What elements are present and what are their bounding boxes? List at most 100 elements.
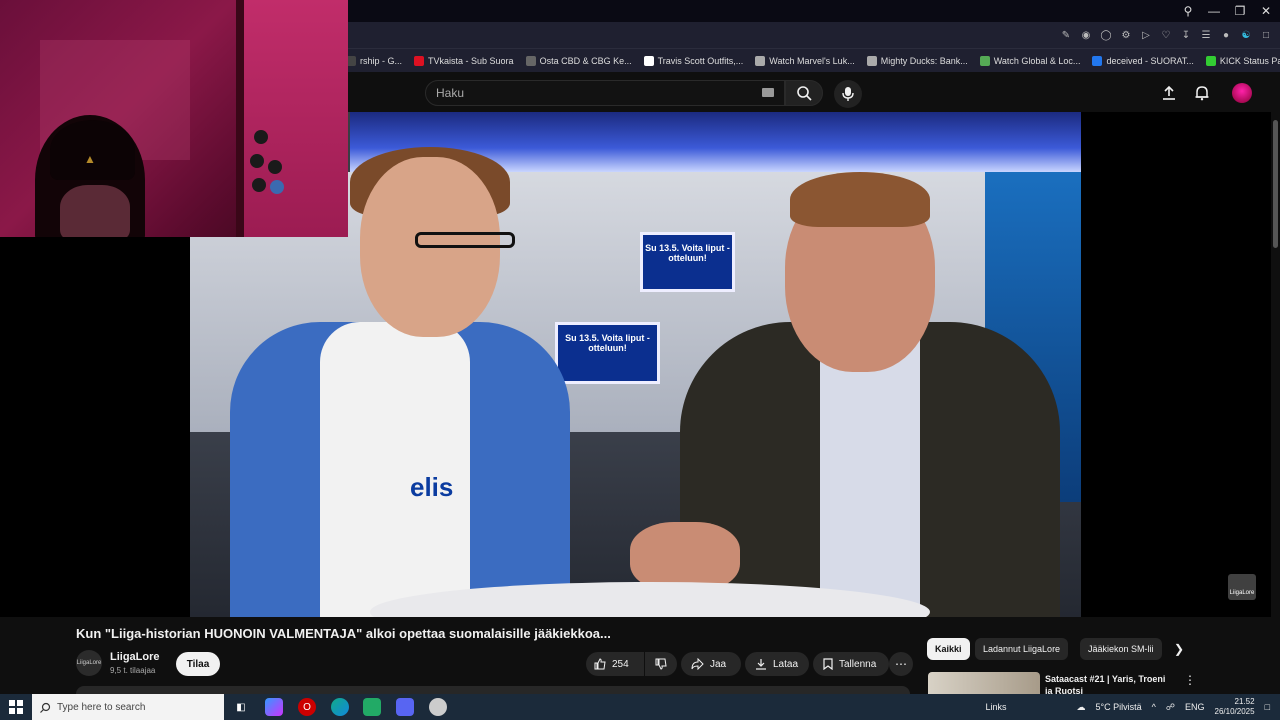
notification-center-icon[interactable]: □ — [1265, 702, 1270, 712]
bookmark-label: Mighty Ducks: Bank... — [880, 55, 968, 66]
download-icon — [756, 659, 766, 670]
bookmark-icon — [866, 55, 877, 66]
network-icon[interactable]: ☍ — [1166, 702, 1175, 713]
taskbar-search[interactable] — [32, 694, 224, 720]
search-box[interactable] — [425, 80, 785, 106]
description-box[interactable] — [76, 686, 910, 694]
weather-text[interactable]: 5°C Pilvistä — [1096, 702, 1142, 712]
chip-topic[interactable]: Jääkiekon SM-lii — [1080, 638, 1162, 660]
scrollbar-thumb[interactable] — [1273, 120, 1278, 248]
more-icon: ⋯ — [895, 657, 907, 671]
app-icon-2[interactable] — [363, 698, 381, 716]
extension-icon[interactable]: ⚙ — [1120, 30, 1132, 41]
notifications-icon[interactable] — [1193, 84, 1211, 102]
shirt-logo: elis — [410, 472, 454, 502]
system-tray: Links ☁ 5°C Pilvistä ^ ☍ ENG 21.52 26/10… — [986, 694, 1280, 720]
bookmark-label: Travis Scott Outfits,... — [657, 55, 744, 66]
bookmark-item[interactable]: Mighty Ducks: Bank... — [866, 55, 968, 66]
keyboard-icon[interactable] — [762, 88, 774, 97]
restore-icon[interactable]: ❐ — [1234, 4, 1246, 18]
account-avatar[interactable] — [1232, 83, 1252, 103]
window-controls: ⚲ — ❐ ✕ — [1182, 0, 1280, 22]
heart-icon[interactable]: ♡ — [1160, 30, 1172, 41]
bookmark-item[interactable]: rship - G... — [346, 55, 403, 66]
chevron-right-icon[interactable]: ❯ — [1170, 640, 1188, 658]
like-count: 254 — [612, 658, 629, 670]
translate-icon[interactable]: ☯ — [1240, 30, 1252, 41]
chip-all[interactable]: Kaikki — [927, 638, 970, 660]
search-button[interactable] — [785, 80, 823, 106]
bookmark-item[interactable]: Watch Global & Loc... — [979, 55, 1080, 66]
cube-icon[interactable]: □ — [1260, 30, 1272, 41]
bookmark-icon — [643, 55, 654, 66]
channel-watermark[interactable]: LiigaLore — [1228, 574, 1256, 600]
task-view-icon[interactable]: ◧ — [232, 698, 250, 716]
bookmark-label: TVkaista - Sub Suora — [428, 55, 514, 66]
pikachu-icon: ▲ — [84, 152, 96, 166]
bookmark-label: rship - G... — [360, 55, 403, 66]
taskbar-search-input[interactable] — [57, 701, 217, 713]
upload-icon[interactable] — [1160, 84, 1178, 102]
links-toolbar[interactable]: Links — [986, 702, 1007, 712]
bookmark-item[interactable]: TVkaista - Sub Suora — [414, 55, 514, 66]
bookmark-item[interactable]: Watch Marvel's Luk... — [755, 55, 855, 66]
share-button[interactable]: Jaa — [681, 652, 741, 676]
channel-name[interactable]: LiigaLore — [110, 651, 160, 663]
more-actions-button[interactable]: ⋯ — [889, 652, 913, 676]
bookmark-icon — [1205, 55, 1216, 66]
search-icon — [40, 702, 51, 713]
lock-icon[interactable]: ● — [1220, 30, 1232, 41]
minimize-icon[interactable]: — — [1208, 4, 1220, 18]
voice-search-button[interactable] — [834, 80, 862, 108]
shield-icon[interactable]: ◯ — [1100, 30, 1112, 41]
download-icon[interactable]: ↧ — [1180, 30, 1192, 41]
bookmark-icon — [525, 55, 536, 66]
dislike-button[interactable] — [645, 652, 677, 676]
video-title: Kun "Liiga-historian HUONOIN VALMENTAJA"… — [76, 626, 611, 641]
channel-avatar[interactable]: LiigaLore — [76, 650, 102, 676]
bookmark-item[interactable]: Osta CBD & CBG Ke... — [525, 55, 632, 66]
opera-icon[interactable]: O — [298, 698, 316, 716]
edge-icon[interactable] — [331, 698, 349, 716]
more-vert-icon[interactable]: ⋮ — [1184, 673, 1196, 687]
subscriber-count: 9,5 t. tilaajaa — [110, 666, 156, 675]
bookmark-item[interactable]: deceived - SUORAT... — [1092, 55, 1194, 66]
bookmark-icon — [755, 55, 766, 66]
app-icon[interactable] — [265, 698, 283, 716]
share-label: Jaa — [710, 658, 727, 670]
save-label: Tallenna — [839, 658, 877, 670]
bookmark-icon — [823, 658, 833, 670]
cloud-icon: ☁ — [1076, 701, 1086, 712]
language-indicator[interactable]: ENG — [1185, 702, 1205, 712]
play-icon[interactable]: ▷ — [1140, 30, 1152, 41]
close-icon[interactable]: ✕ — [1260, 4, 1272, 18]
bookmark-label: deceived - SUORAT... — [1106, 55, 1194, 66]
recommendation-thumbnail[interactable] — [928, 672, 1040, 694]
start-button[interactable] — [0, 694, 32, 720]
search-input[interactable] — [436, 81, 756, 105]
bookmark-label: Osta CBD & CBG Ke... — [539, 55, 632, 66]
bookmark-item[interactable]: Travis Scott Outfits,... — [643, 55, 744, 66]
chip-uploaded-by[interactable]: Ladannut LiigaLore — [975, 638, 1069, 660]
app-icon-3[interactable] — [429, 698, 447, 716]
windows-icon — [9, 700, 23, 714]
download-button[interactable]: Lataa — [745, 652, 809, 676]
camera-icon[interactable]: ◉ — [1080, 30, 1092, 41]
bookmark-item[interactable]: KICK Status Page — [1205, 55, 1280, 66]
search-icon[interactable]: ⚲ — [1182, 4, 1194, 18]
subscribe-button[interactable]: Tilaa — [176, 652, 220, 676]
thumbs-down-icon — [655, 658, 667, 670]
chevron-up-icon[interactable]: ^ — [1152, 702, 1156, 712]
search-icon — [797, 86, 812, 101]
like-button[interactable]: 254 — [586, 652, 644, 676]
menu-icon[interactable]: ☰ — [1200, 30, 1212, 41]
save-button[interactable]: Tallenna — [813, 652, 889, 676]
bookmark-label: KICK Status Page — [1219, 55, 1280, 66]
clock[interactable]: 21.52 26/10/2025 — [1215, 697, 1255, 717]
clock-time: 21.52 — [1234, 697, 1255, 706]
bookmark-label: Watch Marvel's Luk... — [769, 55, 855, 66]
video-letterbox-right — [1081, 112, 1271, 617]
thumbs-up-icon — [594, 658, 606, 670]
edit-icon[interactable]: ✎ — [1060, 30, 1072, 41]
discord-icon[interactable] — [396, 698, 414, 716]
